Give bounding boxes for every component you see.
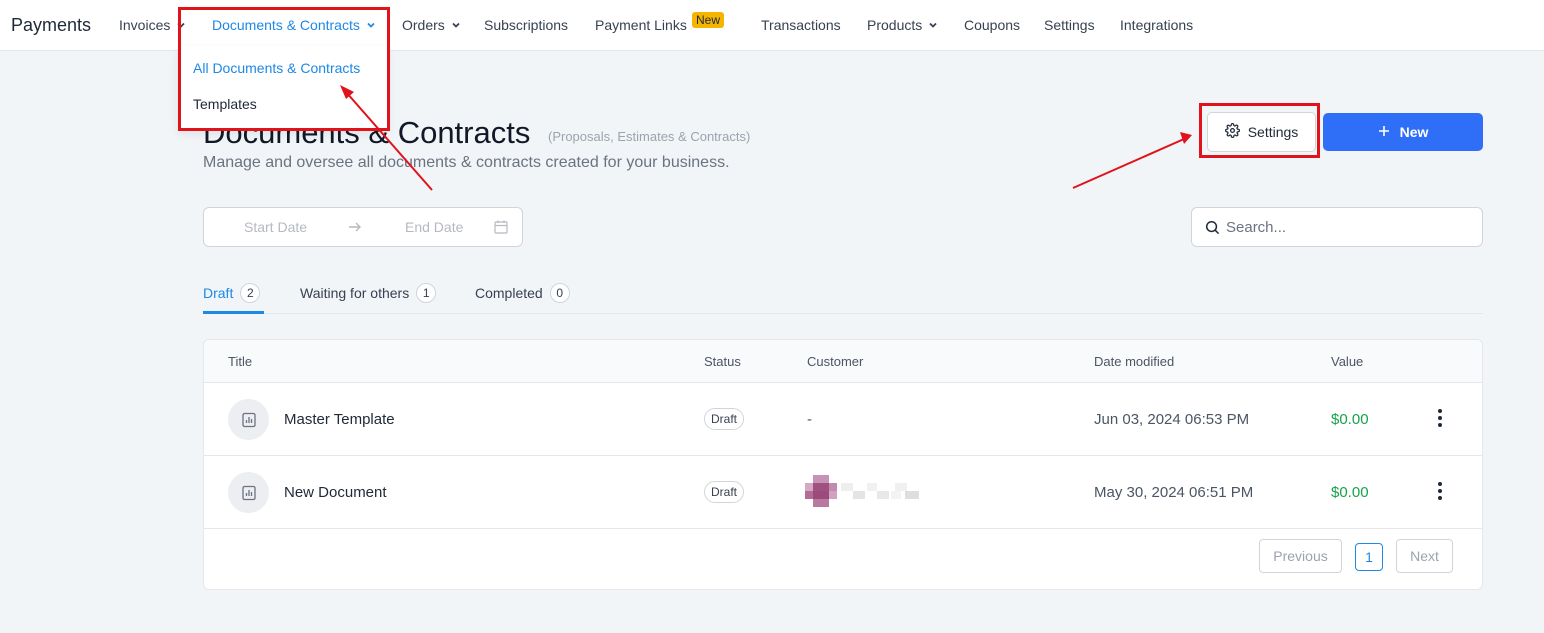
menu-item-templates[interactable]: Templates xyxy=(193,96,257,112)
page-description: Manage and oversee all documents & contr… xyxy=(203,154,730,171)
row-title[interactable]: Master Template xyxy=(284,411,395,428)
row-date-modified: May 30, 2024 06:51 PM xyxy=(1094,484,1254,501)
row-date-modified: Jun 03, 2024 06:53 PM xyxy=(1094,411,1250,428)
row-title[interactable]: New Document xyxy=(284,484,387,501)
calendar-icon[interactable] xyxy=(494,220,508,239)
more-options-icon[interactable] xyxy=(1433,480,1447,502)
page-number-button[interactable]: 1 xyxy=(1355,543,1383,571)
chevron-down-icon xyxy=(928,20,938,30)
nav-settings-label: Settings xyxy=(1044,17,1095,33)
arrow-right-icon xyxy=(348,220,362,239)
nav-invoices[interactable]: Invoices xyxy=(119,17,186,33)
chevron-down-icon xyxy=(451,20,461,30)
search-box xyxy=(1191,207,1483,247)
tab-waiting-count: 1 xyxy=(416,283,437,303)
more-options-icon[interactable] xyxy=(1433,407,1447,429)
tabs-divider xyxy=(203,313,1483,314)
column-header-value: Value xyxy=(1331,354,1364,369)
end-date-field[interactable]: End Date xyxy=(405,219,463,235)
tab-draft-label: Draft xyxy=(203,285,234,301)
page-title-note: (Proposals, Estimates & Contracts) xyxy=(548,129,751,144)
nav-payment-links-label: Payment Links xyxy=(595,17,687,33)
nav-settings[interactable]: Settings xyxy=(1044,17,1095,33)
settings-button[interactable]: Settings xyxy=(1207,112,1316,152)
settings-button-label: Settings xyxy=(1247,124,1299,140)
status-badge: Draft xyxy=(704,481,745,503)
new-button-label: New xyxy=(1399,124,1429,140)
table-row[interactable]: Master Template Draft - Jun 03, 2024 06:… xyxy=(204,383,1482,456)
row-value: $0.00 xyxy=(1331,484,1369,501)
active-tab-indicator xyxy=(203,311,264,314)
search-icon xyxy=(1205,220,1220,240)
tab-completed-label: Completed xyxy=(475,285,543,301)
nav-products[interactable]: Products xyxy=(867,17,938,33)
nav-documents-contracts[interactable]: Documents & Contracts xyxy=(212,17,376,33)
new-document-button[interactable]: New xyxy=(1323,113,1483,151)
nav-coupons[interactable]: Coupons xyxy=(964,17,1020,33)
document-icon xyxy=(228,472,269,513)
nav-subscriptions-label: Subscriptions xyxy=(484,17,569,33)
column-header-customer: Customer xyxy=(807,354,864,369)
menu-item-all-documents[interactable]: All Documents & Contracts xyxy=(193,60,360,76)
tab-completed[interactable]: Completed 0 xyxy=(475,283,570,303)
nav-integrations-label: Integrations xyxy=(1120,17,1194,33)
documents-table: Title Status Customer Date modified Valu… xyxy=(203,339,1483,590)
nav-orders[interactable]: Orders xyxy=(402,17,461,33)
nav-payment-links[interactable]: Payment Links xyxy=(595,17,687,33)
status-badge: Draft xyxy=(704,408,745,430)
nav-transactions-label: Transactions xyxy=(761,17,841,33)
chevron-down-icon xyxy=(366,20,376,30)
redacted-customer xyxy=(805,475,920,507)
column-header-date-modified: Date modified xyxy=(1094,354,1175,369)
top-nav: Payments Invoices Documents & Contracts … xyxy=(0,0,1544,51)
plus-icon xyxy=(1378,124,1390,140)
nav-integrations[interactable]: Integrations xyxy=(1120,17,1193,33)
tab-draft[interactable]: Draft 2 xyxy=(203,283,261,303)
tab-draft-count: 2 xyxy=(240,283,261,303)
start-date-field[interactable]: Start Date xyxy=(244,219,307,235)
row-value: $0.00 xyxy=(1331,411,1369,428)
new-badge: New xyxy=(692,12,725,28)
table-row[interactable]: New Document Draft May 30, 2024 06:51 PM… xyxy=(204,456,1482,529)
row-customer: - xyxy=(807,411,812,428)
nav-coupons-label: Coupons xyxy=(964,17,1021,33)
column-header-title: Title xyxy=(228,354,253,369)
nav-documents-label: Documents & Contracts xyxy=(212,17,360,33)
document-icon xyxy=(228,399,269,440)
nav-orders-label: Orders xyxy=(402,17,445,33)
next-page-button[interactable]: Next xyxy=(1396,539,1453,573)
tab-completed-count: 0 xyxy=(549,283,570,303)
nav-subscriptions[interactable]: Subscriptions xyxy=(484,17,568,33)
nav-invoices-label: Invoices xyxy=(119,17,171,33)
nav-transactions[interactable]: Transactions xyxy=(761,17,841,33)
search-input[interactable] xyxy=(1226,216,1466,238)
chevron-down-icon xyxy=(176,20,186,30)
nav-products-label: Products xyxy=(867,17,923,33)
documents-dropdown-menu: All Documents & Contracts Templates xyxy=(178,46,388,130)
gear-icon xyxy=(1224,123,1240,141)
table-header: Title Status Customer Date modified Valu… xyxy=(204,340,1482,383)
tab-waiting-for-others[interactable]: Waiting for others 1 xyxy=(300,283,437,303)
tab-waiting-label: Waiting for others xyxy=(300,285,410,301)
brand-title: Payments xyxy=(11,15,92,35)
previous-page-button[interactable]: Previous xyxy=(1259,539,1342,573)
annotation-arrowhead xyxy=(1180,132,1192,144)
column-header-status: Status xyxy=(704,354,741,369)
date-range-picker[interactable]: Start Date End Date xyxy=(203,207,523,247)
